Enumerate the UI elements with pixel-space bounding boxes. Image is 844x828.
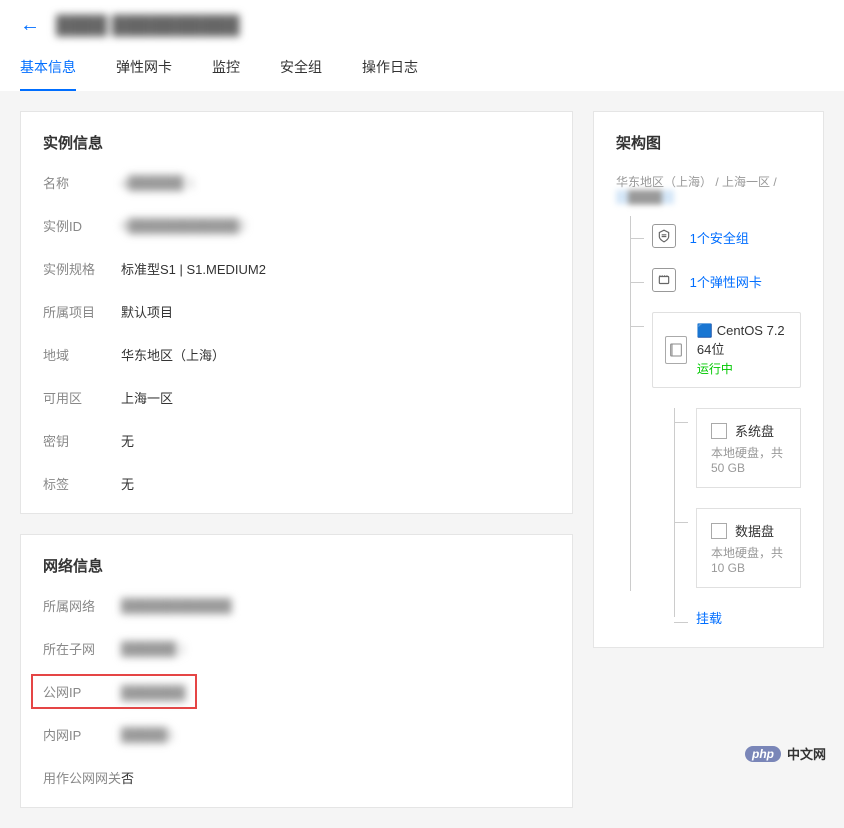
tree-os: 🟦 CentOS 7.2 64位 运行中 系统盘 本地硬盘，共 50 GB xyxy=(630,312,801,627)
label-id: 实例ID xyxy=(43,216,121,235)
instance-info-title: 实例信息 xyxy=(43,132,550,153)
bc-region: 华东地区（上海） xyxy=(616,175,712,189)
disk-data-detail: 本地硬盘，共 10 GB xyxy=(711,544,786,575)
label-private-ip: 内网IP xyxy=(43,725,121,744)
tab-oplog[interactable]: 操作日志 xyxy=(362,57,418,91)
disk-system-name: 系统盘 xyxy=(735,421,774,440)
tab-basic-info[interactable]: 基本信息 xyxy=(20,57,76,91)
footer-site: 中文网 xyxy=(787,744,826,763)
label-spec: 实例规格 xyxy=(43,259,121,278)
label-public-ip: 公网IP xyxy=(43,682,121,701)
disk-system: 系统盘 本地硬盘，共 50 GB xyxy=(696,408,801,488)
label-zone: 可用区 xyxy=(43,388,121,407)
value-project: 默认项目 xyxy=(121,302,173,321)
back-arrow-icon[interactable]: ← xyxy=(20,14,40,37)
bc-zone: 上海一区 xyxy=(722,175,770,189)
mount-link[interactable]: 挂载 xyxy=(696,611,722,626)
architecture-title: 架构图 xyxy=(616,132,801,153)
label-name: 名称 xyxy=(43,173,121,192)
value-public-ip: ███████ xyxy=(121,685,185,700)
tab-security-group[interactable]: 安全组 xyxy=(280,57,322,91)
value-private-ip: █████1 xyxy=(121,727,174,742)
label-key: 密钥 xyxy=(43,431,121,450)
tab-monitor[interactable]: 监控 xyxy=(212,57,240,91)
label-gateway: 用作公网网关 xyxy=(43,768,121,787)
value-name: a██████ 1 xyxy=(121,175,194,190)
value-region: 华东地区（上海） xyxy=(121,345,225,364)
value-tag: 无 xyxy=(121,474,134,493)
value-subnet: ██████ ) xyxy=(121,641,184,656)
nic-icon xyxy=(652,268,676,292)
shield-icon xyxy=(652,224,676,248)
os-info: 🟦 CentOS 7.2 64位 运行中 xyxy=(697,323,788,377)
architecture-card: 架构图 华东地区（上海） / 上海一区 / ████ 1个安全组 1个弹性网卡 xyxy=(593,111,824,648)
page-header: ← ████ ██████████ 基本信息 弹性网卡 监控 安全组 操作日志 xyxy=(0,0,844,91)
label-tag: 标签 xyxy=(43,474,121,493)
tab-eni[interactable]: 弹性网卡 xyxy=(116,57,172,91)
value-spec: 标准型S1 | S1.MEDIUM2 xyxy=(121,259,266,278)
os-status: 运行中 xyxy=(697,360,788,377)
arch-breadcrumb: 华东地区（上海） / 上海一区 / ████ xyxy=(616,173,801,204)
network-info-title: 网络信息 xyxy=(43,555,550,576)
disk-system-detail: 本地硬盘，共 50 GB xyxy=(711,444,786,475)
page-title: ████ ██████████ xyxy=(56,15,240,36)
label-subnet: 所在子网 xyxy=(43,639,121,658)
value-zone: 上海一区 xyxy=(121,388,173,407)
centos-icon: 🟦 xyxy=(697,323,713,338)
label-region: 地域 xyxy=(43,345,121,364)
value-id: 6████████████2 xyxy=(121,218,246,233)
instance-info-card: 实例信息 名称a██████ 1 实例ID6████████████2 实例规格… xyxy=(20,111,573,514)
tree-security-group: 1个安全组 xyxy=(630,224,801,248)
value-gateway: 否 xyxy=(121,768,134,787)
disk-data: 数据盘 本地硬盘，共 10 GB xyxy=(696,508,801,588)
value-network: ████████████ xyxy=(121,598,232,613)
value-key: 无 xyxy=(121,431,134,450)
footer-logo: php 中文网 xyxy=(745,744,826,763)
tree-eni: 1个弹性网卡 xyxy=(630,268,801,292)
eni-link[interactable]: 1个弹性网卡 xyxy=(690,275,762,290)
security-group-link[interactable]: 1个安全组 xyxy=(690,231,749,246)
server-icon xyxy=(665,336,687,364)
bc-tail: ████ xyxy=(616,190,674,204)
php-badge-icon: php xyxy=(745,746,781,762)
tabs-bar: 基本信息 弹性网卡 监控 安全组 操作日志 xyxy=(20,57,824,91)
label-network: 所属网络 xyxy=(43,596,121,615)
disk-data-name: 数据盘 xyxy=(735,521,774,540)
public-ip-highlight: 公网IP███████ xyxy=(31,674,197,709)
label-project: 所属项目 xyxy=(43,302,121,321)
network-info-card: 网络信息 所属网络████████████ 所在子网██████ ) 公网IP█… xyxy=(20,534,573,808)
